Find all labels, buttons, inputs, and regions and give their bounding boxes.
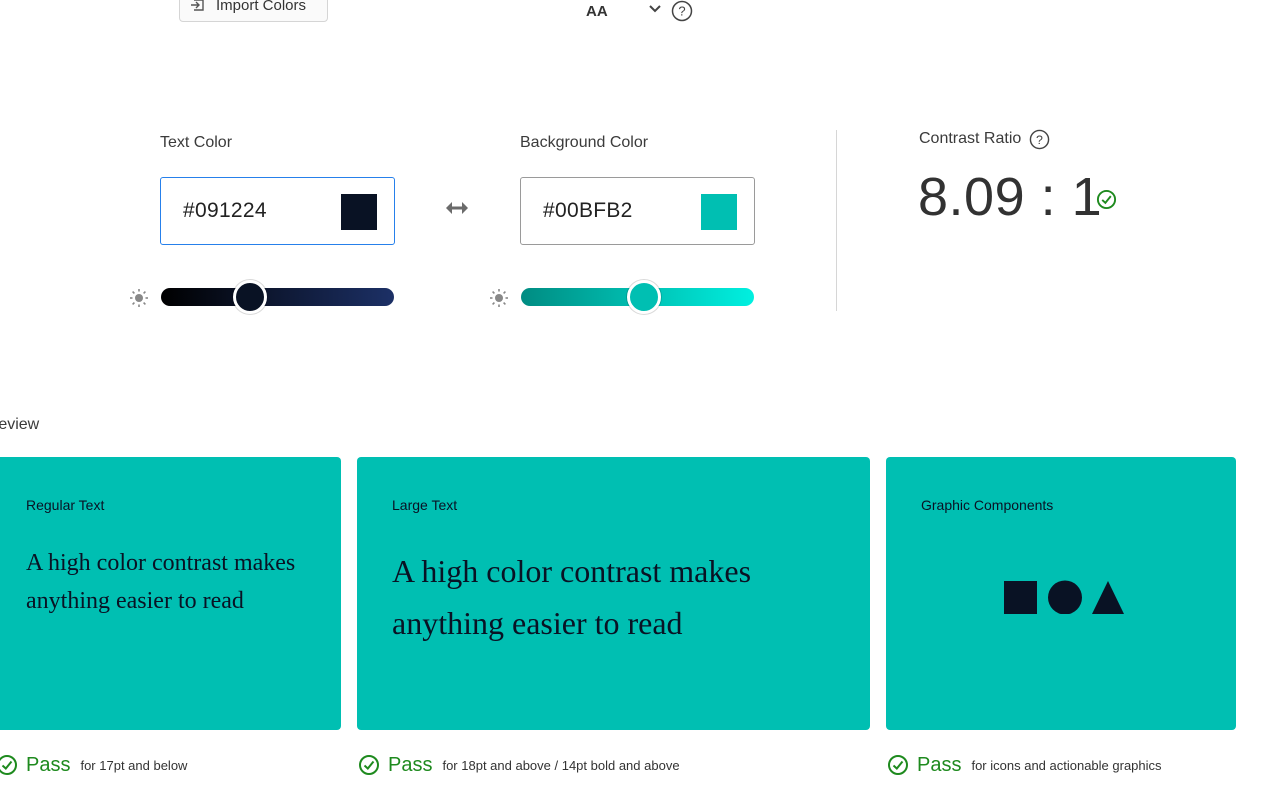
card-title: Graphic Components: [921, 497, 1054, 513]
background-color-swatch[interactable]: [701, 194, 737, 230]
help-circle-icon[interactable]: ?: [1029, 129, 1050, 150]
contrast-ratio-label: Contrast Ratio: [919, 130, 1022, 147]
preview-card-large-text: Large Text A high color contrast makes a…: [357, 457, 870, 730]
circle-shape: [1048, 580, 1082, 614]
pass-note: for 17pt and below: [80, 757, 188, 773]
section-divider: [836, 130, 837, 311]
conformance-level-select[interactable]: AA: [586, 0, 666, 22]
import-icon: [191, 0, 204, 11]
sun-icon: [490, 289, 508, 307]
pass-row-regular: Pass for 17pt and below: [0, 752, 187, 778]
card-title: Regular Text: [26, 497, 105, 513]
text-color-swatch[interactable]: [341, 194, 377, 230]
pass-status: Pass: [917, 753, 962, 776]
background-lightness-thumb[interactable]: [627, 280, 662, 314]
text-color-input[interactable]: #091224: [160, 177, 395, 245]
pass-note: for icons and actionable graphics: [971, 757, 1162, 773]
background-color-label: Background Color: [520, 134, 649, 151]
preview-heading: review: [0, 416, 40, 433]
check-circle-icon: [359, 755, 379, 775]
triangle-shape: [1092, 581, 1124, 614]
regular-text-sample: A high color contrast makes anything eas…: [26, 550, 296, 614]
contrast-ratio-value: 8.09 : 1: [918, 167, 1103, 227]
graphic-shapes: [1004, 580, 1124, 614]
pass-status: Pass: [388, 753, 433, 776]
pass-status: Pass: [26, 753, 71, 776]
pass-row-large: Pass for 18pt and above / 14pt bold and …: [358, 752, 680, 778]
help-circle-icon[interactable]: ?: [671, 0, 693, 22]
background-color-input[interactable]: #00BFB2: [520, 177, 755, 245]
square-shape: [1004, 581, 1037, 614]
pass-note: for 18pt and above / 14pt bold and above: [442, 757, 680, 773]
card-title: Large Text: [392, 497, 458, 513]
check-circle-icon: [888, 755, 908, 775]
text-color-label: Text Color: [160, 134, 233, 151]
pass-row-graphics: Pass for icons and actionable graphics: [887, 752, 1162, 778]
import-colors-label: Import Colors: [216, 0, 307, 14]
background-color-hex: #00BFB2: [543, 199, 633, 222]
chevron-down-icon: [649, 5, 661, 13]
conformance-level-value: AA: [586, 2, 608, 20]
sun-icon: [130, 289, 148, 307]
text-lightness-slider[interactable]: [161, 288, 394, 306]
swap-arrows-icon[interactable]: [444, 198, 470, 218]
svg-text:?: ?: [1036, 133, 1043, 147]
import-colors-button[interactable]: Import Colors: [179, 0, 328, 22]
check-circle-icon: [1096, 189, 1117, 210]
text-lightness-thumb[interactable]: [232, 280, 267, 314]
svg-text:?: ?: [678, 4, 685, 19]
large-text-sample: A high color contrast makes anything eas…: [392, 553, 752, 641]
text-color-hex: #091224: [183, 199, 267, 222]
check-circle-icon: [0, 755, 17, 775]
preview-card-regular-text: Regular Text A high color contrast makes…: [0, 457, 341, 730]
